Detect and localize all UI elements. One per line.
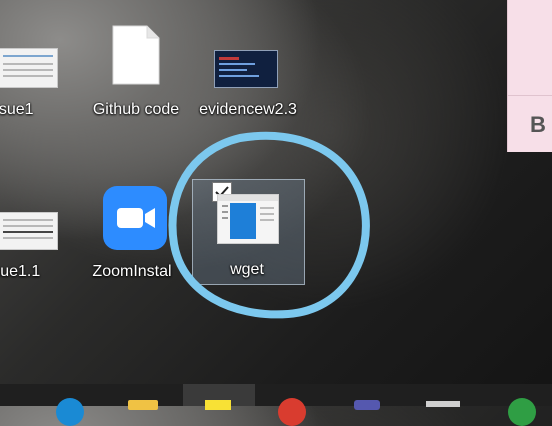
screenshot-thumbnail-icon (0, 48, 58, 88)
sticky-notes-icon[interactable] (183, 384, 255, 410)
taskbar (0, 384, 552, 426)
side-panel[interactable]: B (507, 0, 552, 152)
chrome-canary-icon[interactable] (486, 384, 552, 426)
chrome-icon[interactable] (262, 384, 332, 426)
teams-icon[interactable] (336, 384, 406, 410)
file-explorer-icon[interactable] (110, 384, 180, 410)
desktop-icon-label: wget (230, 261, 264, 278)
document-icon (112, 25, 160, 85)
desktop-icon-label: Issue1 (0, 101, 34, 118)
edge-icon[interactable] (40, 384, 110, 426)
screenshot-thumbnail-icon (0, 212, 58, 250)
zoom-icon (103, 186, 167, 250)
desktop-icon-label: ZoomInstal (92, 263, 172, 280)
screenshot-thumbnail-icon (214, 50, 278, 88)
desktop-icon-label: Github code (92, 101, 180, 118)
desktop-icon-label: Issue1.1 (0, 263, 41, 280)
panel-letter: B (530, 112, 546, 137)
app-icon[interactable] (410, 384, 480, 407)
desktop-icon-label: evidencew2.3 (199, 101, 297, 118)
panel-divider (508, 95, 552, 96)
application-window-icon (217, 194, 279, 244)
